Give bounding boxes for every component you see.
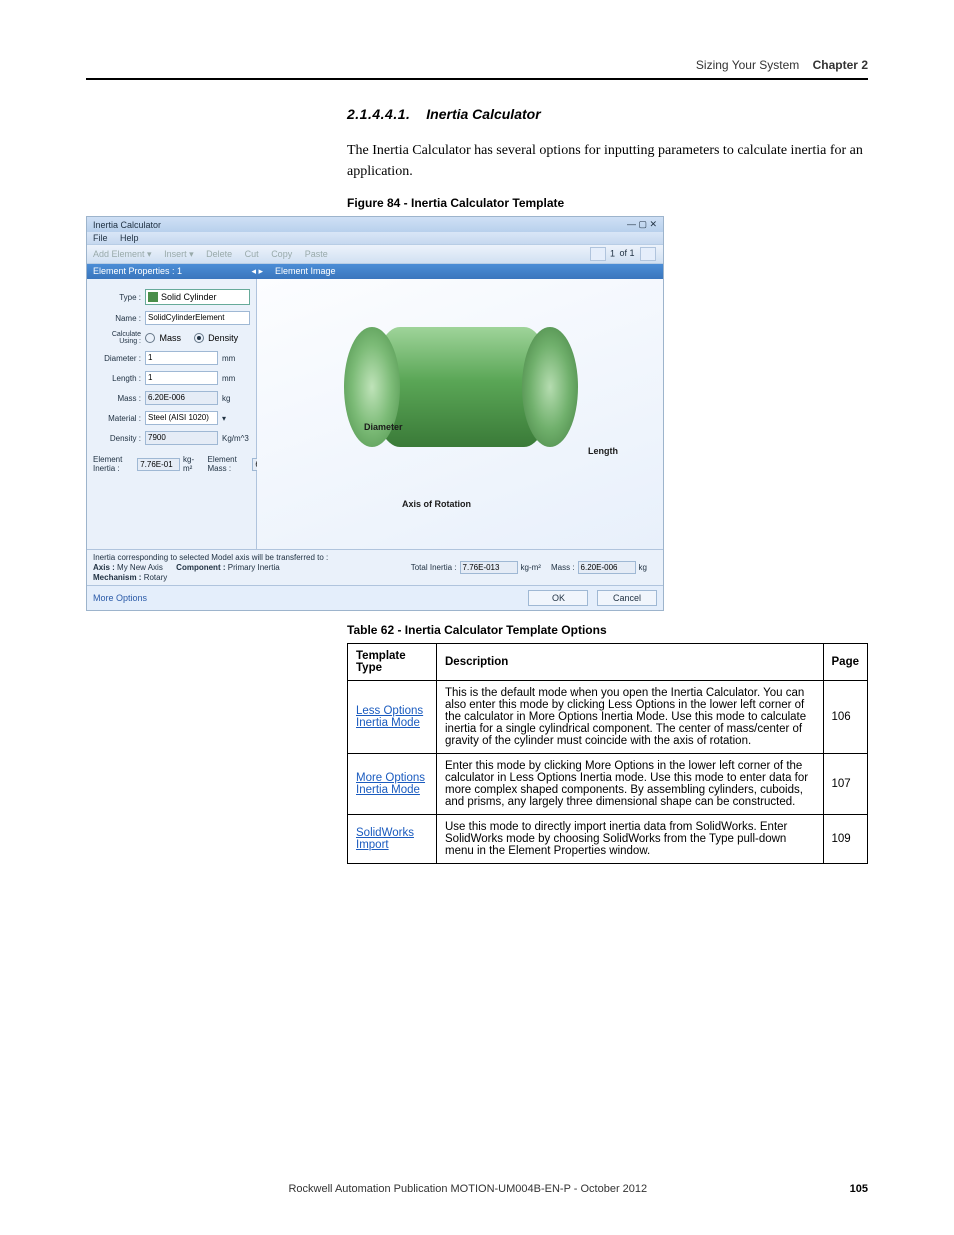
annotation-diameter: Diameter xyxy=(364,422,403,432)
total-mass-label: Mass : xyxy=(551,563,575,572)
density-output: 7900 xyxy=(145,431,218,445)
total-inertia-label: Total Inertia : xyxy=(411,563,457,572)
menu-help[interactable]: Help xyxy=(120,233,139,243)
panel-header-image: Element Image xyxy=(269,264,663,279)
radio-mass[interactable] xyxy=(145,333,155,343)
pager-current: 1 xyxy=(610,248,615,258)
mass-label: Mass : xyxy=(93,394,141,403)
page-footer: Rockwell Automation Publication MOTION-U… xyxy=(86,1183,868,1195)
table-caption: Table 62 - Inertia Calculator Template O… xyxy=(347,623,868,637)
breadcrumb: Sizing Your System xyxy=(696,58,799,72)
tb-add-element[interactable]: Add Element ▾ xyxy=(93,249,152,259)
page-cell: 109 xyxy=(823,815,868,864)
window-titlebar: Inertia Calculator — ▢ ✕ xyxy=(87,217,663,232)
length-input[interactable]: 1 xyxy=(145,371,218,385)
tb-copy[interactable]: Copy xyxy=(271,249,292,259)
tb-cut[interactable]: Cut xyxy=(245,249,259,259)
table-row: Less Options Inertia Mode This is the de… xyxy=(348,681,868,754)
page-header: Sizing Your System Chapter 2 xyxy=(86,58,868,72)
th-description: Description xyxy=(437,644,824,681)
chapter-label: Chapter 2 xyxy=(813,58,868,72)
cancel-button[interactable]: Cancel xyxy=(597,590,657,606)
header-rule xyxy=(86,78,868,80)
desc-cell: Use this mode to directly import inertia… xyxy=(437,815,824,864)
el-inertia-unit: kg-m² xyxy=(183,455,197,473)
toolbar: Add Element ▾ Insert ▾ Delete Cut Copy P… xyxy=(87,244,663,264)
link-less-options[interactable]: Less Options Inertia Mode xyxy=(356,705,423,729)
page-cell: 107 xyxy=(823,754,868,815)
pager: 1 of 1 xyxy=(589,247,657,261)
total-mass-value: 6.20E-006 xyxy=(578,561,636,574)
inertia-calculator-window: Inertia Calculator — ▢ ✕ File Help Add E… xyxy=(86,216,664,611)
density-unit: Kg/m^3 xyxy=(222,434,250,443)
th-template-type: Template Type xyxy=(348,644,437,681)
menu-file[interactable]: File xyxy=(93,233,108,243)
table-row: More Options Inertia Mode Enter this mod… xyxy=(348,754,868,815)
material-label: Material : xyxy=(93,414,141,423)
pager-next[interactable] xyxy=(640,247,656,261)
name-label: Name : xyxy=(93,314,141,323)
options-table: Template Type Description Page Less Opti… xyxy=(347,643,868,864)
window-controls[interactable]: — ▢ ✕ xyxy=(627,219,657,230)
length-unit: mm xyxy=(222,374,250,383)
el-mass-label: Element Mass : xyxy=(207,455,249,473)
diameter-unit: mm xyxy=(222,354,250,363)
figure-caption: Figure 84 - Inertia Calculator Template xyxy=(347,196,868,210)
intro-paragraph: The Inertia Calculator has several optio… xyxy=(347,140,868,182)
length-label: Length : xyxy=(93,374,141,383)
mass-output: 6.20E-006 xyxy=(145,391,218,405)
page-number: 105 xyxy=(850,1183,868,1195)
table-row: SolidWorks Import Use this mode to direc… xyxy=(348,815,868,864)
total-inertia-value: 7.76E-013 xyxy=(460,561,518,574)
tb-delete[interactable]: Delete xyxy=(206,249,232,259)
desc-cell: This is the default mode when you open t… xyxy=(437,681,824,754)
annotation-length: Length xyxy=(588,446,618,456)
section-name: Inertia Calculator xyxy=(426,106,540,122)
mass-unit: kg xyxy=(222,394,250,403)
diameter-label: Diameter : xyxy=(93,354,141,363)
preview-pane: Diameter Length Axis of Rotation xyxy=(257,279,663,549)
pager-prev[interactable] xyxy=(590,247,606,261)
panel-header-properties: Element Properties : 1◂ ▸ xyxy=(87,264,269,279)
tb-insert[interactable]: Insert ▾ xyxy=(164,249,194,259)
radio-density[interactable] xyxy=(194,333,204,343)
transfer-row: Inertia corresponding to selected Model … xyxy=(87,549,663,585)
th-page: Page xyxy=(823,644,868,681)
calc-label: Calculate Using : xyxy=(93,331,141,345)
desc-cell: Enter this mode by clicking More Options… xyxy=(437,754,824,815)
properties-panel: Type : Solid Cylinder Name : SolidCylind… xyxy=(87,279,257,549)
transfer-note: Inertia corresponding to selected Model … xyxy=(93,553,328,562)
menu-bar: File Help xyxy=(87,232,663,244)
type-label: Type : xyxy=(93,293,141,302)
type-dropdown[interactable]: Solid Cylinder xyxy=(145,289,250,305)
window-title: Inertia Calculator xyxy=(93,220,161,230)
section-title: 2.1.4.4.1. Inertia Calculator xyxy=(347,106,868,122)
el-inertia-value: 7.76E-01 xyxy=(137,458,180,471)
density-label: Density : xyxy=(93,434,141,443)
page-cell: 106 xyxy=(823,681,868,754)
section-number: 2.1.4.4.1. xyxy=(347,106,422,122)
more-options-link[interactable]: More Options xyxy=(93,593,147,603)
el-inertia-label: Element Inertia : xyxy=(93,455,134,473)
dialog-footer: More Options OK Cancel xyxy=(87,585,663,610)
cylinder-icon xyxy=(148,292,158,302)
cylinder-graphic: Diameter Length Axis of Rotation xyxy=(312,307,592,497)
link-solidworks[interactable]: SolidWorks Import xyxy=(356,827,414,851)
diameter-input[interactable]: 1 xyxy=(145,351,218,365)
name-input[interactable]: SolidCylinderElement xyxy=(145,311,250,325)
link-more-options[interactable]: More Options Inertia Mode xyxy=(356,772,425,796)
pager-of: of 1 xyxy=(619,248,634,258)
publication-info: Rockwell Automation Publication MOTION-U… xyxy=(86,1183,850,1195)
tb-paste[interactable]: Paste xyxy=(305,249,328,259)
material-dropdown[interactable]: Steel (AISI 1020) xyxy=(145,411,218,425)
material-chevron-icon[interactable]: ▾ xyxy=(222,414,250,423)
annotation-axis: Axis of Rotation xyxy=(402,499,471,509)
ok-button[interactable]: OK xyxy=(528,590,588,606)
